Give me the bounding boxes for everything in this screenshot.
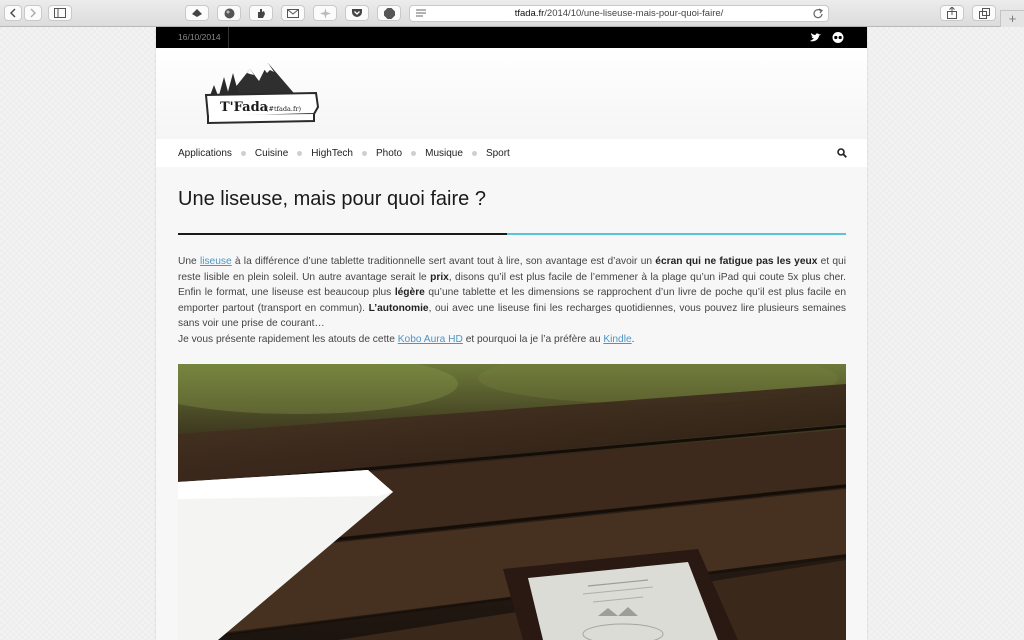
logo-handle: (#tfada.fr) bbox=[266, 105, 301, 113]
nav-item-applications[interactable]: Applications bbox=[178, 148, 232, 159]
back-button[interactable] bbox=[4, 5, 22, 21]
nav-item-photo[interactable]: Photo bbox=[376, 148, 402, 159]
sidebar-icon bbox=[54, 8, 66, 18]
flickr-icon[interactable] bbox=[832, 32, 844, 43]
text-fragment: Une bbox=[178, 256, 200, 267]
paragraph-second: Je vous présente rapidement les atouts d… bbox=[178, 332, 846, 348]
mail-button[interactable] bbox=[281, 5, 305, 21]
nav-separator bbox=[361, 150, 367, 156]
search-icon[interactable] bbox=[837, 148, 847, 158]
nav-item-sport[interactable]: Sport bbox=[486, 148, 510, 159]
ereader-on-table-image bbox=[178, 364, 846, 640]
nav-item-cuisine[interactable]: Cuisine bbox=[255, 148, 288, 159]
adblock-icon bbox=[383, 7, 395, 19]
sidebar-button[interactable] bbox=[48, 5, 72, 21]
pocket-button[interactable] bbox=[345, 5, 369, 21]
nav-separator bbox=[240, 150, 246, 156]
web-page: 16/10/2014 T'Fada (#tfada.fr) Applicatio… bbox=[156, 27, 867, 640]
text-fragment: Je vous présente rapidement les atouts d… bbox=[178, 333, 398, 345]
bold-fragment: écran qui ne fatigue pas les yeux bbox=[655, 256, 818, 267]
twitter-icon[interactable] bbox=[810, 32, 822, 43]
pocket-icon bbox=[352, 9, 362, 17]
back-icon bbox=[10, 8, 16, 18]
bold-fragment: légère bbox=[394, 287, 425, 299]
hand-button[interactable] bbox=[249, 5, 273, 21]
article: Une liseuse, mais pour quoi faire ? Une … bbox=[156, 167, 867, 640]
reload-icon[interactable] bbox=[813, 8, 823, 19]
globe-icon bbox=[224, 8, 234, 18]
site-header: T'Fada (#tfada.fr) bbox=[156, 48, 867, 139]
share-button[interactable] bbox=[940, 5, 964, 21]
address-bar[interactable]: tfada.fr/2014/10/une-liseuse-mais-pour-q… bbox=[409, 5, 829, 22]
link-liseuse[interactable]: liseuse bbox=[200, 256, 232, 267]
logo-text: T'Fada bbox=[220, 100, 269, 115]
bold-fragment: prix bbox=[430, 271, 449, 283]
forward-icon bbox=[30, 8, 36, 18]
nav-separator bbox=[411, 150, 417, 156]
extension-icon bbox=[192, 9, 202, 17]
tabs-button[interactable] bbox=[972, 5, 996, 21]
mail-icon bbox=[287, 8, 299, 18]
puzzle-icon bbox=[319, 7, 331, 19]
extension-button[interactable] bbox=[185, 5, 209, 21]
bold-fragment: L’autonomie bbox=[368, 302, 429, 314]
reader-icon[interactable] bbox=[416, 9, 426, 18]
nav-separator bbox=[471, 150, 477, 156]
title-divider-dark bbox=[178, 233, 507, 235]
article-title: Une liseuse, mais pour quoi faire ? bbox=[178, 188, 486, 210]
title-divider-accent bbox=[507, 233, 846, 235]
nav-item-hightech[interactable]: HighTech bbox=[311, 148, 353, 159]
link-kindle[interactable]: Kindle bbox=[603, 334, 631, 345]
tabs-icon bbox=[978, 7, 990, 19]
text-fragment: à la différence d’une tablette tradition… bbox=[231, 256, 656, 267]
globe-button[interactable] bbox=[217, 5, 241, 21]
article-body: Une liseuse à la différence d’une tablet… bbox=[178, 254, 846, 348]
article-photo bbox=[178, 364, 846, 640]
nav-separator bbox=[297, 150, 303, 156]
nav-item-musique[interactable]: Musique bbox=[425, 148, 463, 159]
puzzle-button[interactable] bbox=[313, 5, 337, 21]
adblock-button[interactable] bbox=[377, 5, 401, 21]
hand-icon bbox=[258, 8, 265, 18]
text-fragment: . bbox=[631, 333, 635, 345]
paragraph-intro: Une liseuse à la différence d’une tablet… bbox=[178, 254, 846, 332]
text-fragment: et pourquoi la je l’a préfère au bbox=[462, 333, 604, 345]
site-topbar: 16/10/2014 bbox=[156, 27, 867, 48]
link-kobo-aura-hd[interactable]: Kobo Aura HD bbox=[398, 334, 463, 345]
url-path: /2014/10/une-liseuse-mais-pour-quoi-fair… bbox=[544, 8, 724, 19]
url-host: tfada.fr bbox=[514, 8, 545, 19]
new-tab-button[interactable]: + bbox=[1000, 10, 1024, 27]
forward-button[interactable] bbox=[24, 5, 42, 21]
browser-toolbar: tfada.fr/2014/10/une-liseuse-mais-pour-q… bbox=[0, 0, 1024, 27]
site-logo[interactable]: T'Fada (#tfada.fr) bbox=[204, 59, 324, 129]
main-navigation: Applications Cuisine HighTech Photo Musi… bbox=[156, 139, 867, 167]
share-icon bbox=[947, 7, 957, 19]
post-date: 16/10/2014 bbox=[156, 27, 229, 48]
